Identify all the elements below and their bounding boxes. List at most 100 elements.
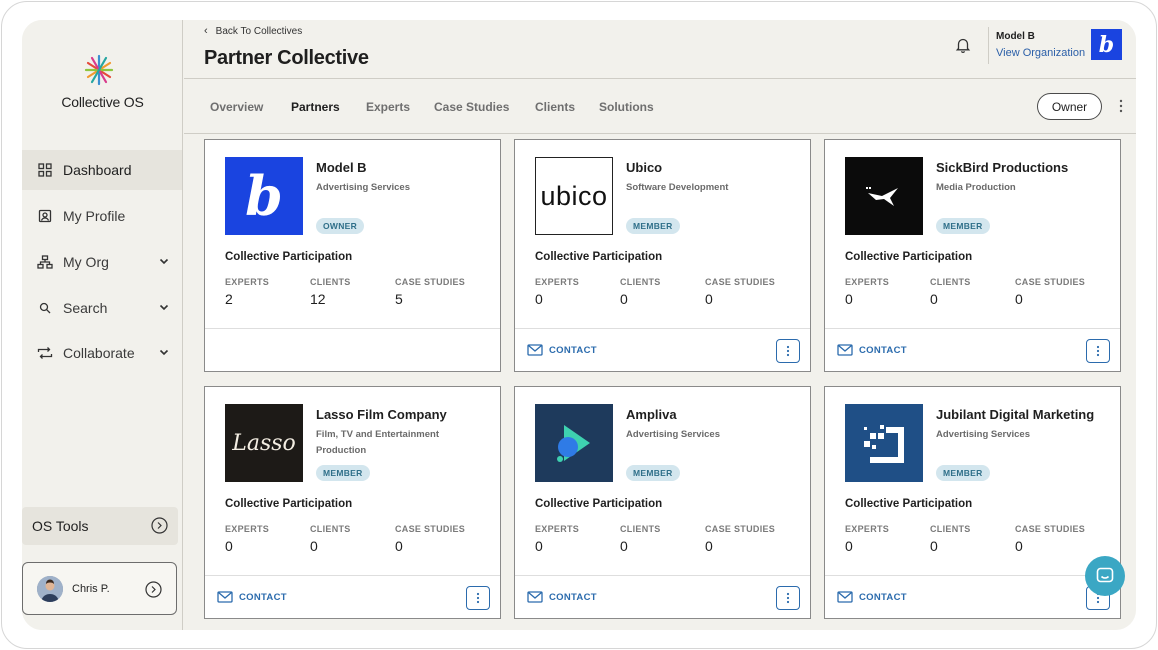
card-divider: [515, 328, 810, 329]
tab-clients[interactable]: Clients: [535, 100, 575, 114]
card-divider: [825, 575, 1120, 576]
sidebar-item-my-profile[interactable]: My Profile: [22, 196, 182, 236]
sidebar-item-search[interactable]: Search: [22, 288, 182, 328]
partner-industry: Film, TV and Entertainment Production: [316, 429, 439, 456]
bird-logo-icon: [866, 187, 898, 206]
experts-count: 0: [535, 538, 543, 554]
experts-count: 0: [845, 538, 853, 554]
case-studies-label: CASE STUDIES: [1015, 524, 1086, 534]
chevron-down-icon[interactable]: [158, 346, 170, 358]
mail-icon: [837, 591, 853, 603]
owner-button[interactable]: Owner: [1037, 93, 1102, 120]
os-tools-button[interactable]: OS Tools: [22, 507, 178, 545]
clients-label: CLIENTS: [930, 277, 971, 287]
partner-industry: Advertising Services: [936, 429, 1030, 440]
experts-label: EXPERTS: [535, 524, 580, 534]
bell-icon[interactable]: [954, 36, 972, 54]
experts-count: 0: [225, 538, 233, 554]
sidebar-item-dashboard[interactable]: Dashboard: [22, 150, 182, 190]
card-more-button[interactable]: [1086, 339, 1110, 363]
view-organization-link[interactable]: View Organization: [996, 47, 1085, 59]
chevron-down-icon[interactable]: [158, 255, 170, 267]
tabs-bar: Overview Partners Experts Case Studies C…: [184, 80, 1136, 134]
sidebar-item-label: My Org: [63, 254, 109, 270]
tab-experts[interactable]: Experts: [366, 100, 410, 114]
page-title: Partner Collective: [204, 47, 369, 69]
chevron-down-icon[interactable]: [158, 301, 170, 313]
partner-card-ubico: ubico Ubico Software Development MEMBER …: [514, 139, 811, 372]
case-studies-label: CASE STUDIES: [1015, 277, 1086, 287]
clients-label: CLIENTS: [620, 524, 661, 534]
role-badge: MEMBER: [936, 465, 990, 481]
chat-launcher-button[interactable]: [1085, 556, 1125, 596]
back-link[interactable]: ‹ Back To Collectives: [204, 25, 302, 37]
org-name: Model B: [996, 31, 1035, 42]
case-studies-count: 0: [705, 538, 713, 554]
os-tools-label: OS Tools: [32, 518, 89, 534]
card-more-button[interactable]: [776, 586, 800, 610]
card-more-button[interactable]: [776, 339, 800, 363]
role-badge: MEMBER: [626, 465, 680, 481]
participation-title: Collective Participation: [225, 251, 353, 263]
org-chart-icon: [37, 254, 53, 270]
sidebar-item-collaborate[interactable]: Collaborate: [22, 333, 182, 373]
sidebar-item-my-org[interactable]: My Org: [22, 242, 182, 282]
user-menu-button[interactable]: Chris P.: [22, 562, 177, 615]
clients-count: 0: [620, 538, 628, 554]
partner-logo: b: [225, 157, 303, 235]
case-studies-count: 0: [395, 538, 403, 554]
case-studies-count: 0: [1015, 538, 1023, 554]
more-vertical-icon[interactable]: [1118, 99, 1124, 113]
org-logo[interactable]: b: [1091, 29, 1122, 60]
partner-logo: Lasso: [225, 404, 303, 482]
user-name: Chris P.: [72, 582, 110, 595]
partner-name: Ubico: [626, 160, 663, 175]
experts-count: 0: [845, 291, 853, 307]
arrow-right-circle-icon: [145, 581, 162, 598]
case-studies-label: CASE STUDIES: [395, 524, 466, 534]
partner-card-model-b: b Model B Advertising Services OWNER Col…: [204, 139, 501, 372]
partner-industry: Software Development: [626, 182, 729, 193]
contact-button[interactable]: CONTACT: [837, 344, 907, 356]
clients-count: 0: [620, 291, 628, 307]
experts-count: 2: [225, 291, 233, 307]
avatar: [37, 575, 63, 602]
partner-card-lasso: Lasso Lasso Film Company Film, TV and En…: [204, 386, 501, 619]
clients-label: CLIENTS: [310, 524, 351, 534]
arrows-icon: [37, 345, 53, 361]
contact-button[interactable]: CONTACT: [527, 591, 597, 603]
grid-icon: [37, 162, 53, 178]
more-vertical-icon: [476, 592, 480, 604]
case-studies-count: 5: [395, 291, 403, 307]
sidebar: Collective OS Dashboard My Profile My Or…: [22, 20, 183, 630]
role-badge: MEMBER: [936, 218, 990, 234]
card-more-button[interactable]: [466, 586, 490, 610]
participation-title: Collective Participation: [535, 251, 663, 263]
more-vertical-icon: [786, 592, 790, 604]
tab-solutions[interactable]: Solutions: [599, 100, 654, 114]
tab-partners[interactable]: Partners: [291, 100, 340, 114]
partner-name: Model B: [316, 160, 367, 175]
experts-label: EXPERTS: [845, 524, 890, 534]
participation-title: Collective Participation: [225, 498, 353, 510]
mail-icon: [217, 591, 233, 603]
more-vertical-icon: [1096, 345, 1100, 357]
case-studies-count: 0: [705, 291, 713, 307]
clients-label: CLIENTS: [310, 277, 351, 287]
tab-case-studies[interactable]: Case Studies: [434, 100, 509, 114]
case-studies-label: CASE STUDIES: [395, 277, 466, 287]
chevron-left-icon: ‹: [204, 25, 208, 37]
partner-card-jubilant: Jubilant Digital Marketing Advertising S…: [824, 386, 1121, 619]
contact-button[interactable]: CONTACT: [837, 591, 907, 603]
clients-count: 0: [930, 538, 938, 554]
case-studies-label: CASE STUDIES: [705, 524, 776, 534]
tab-overview[interactable]: Overview: [210, 100, 263, 114]
sidebar-item-label: Search: [63, 300, 108, 316]
contact-button[interactable]: CONTACT: [527, 344, 597, 356]
contact-button[interactable]: CONTACT: [217, 591, 287, 603]
contact-label: CONTACT: [859, 344, 907, 356]
sidebar-item-label: My Profile: [63, 208, 126, 224]
contact-label: CONTACT: [859, 591, 907, 603]
clients-count: 0: [930, 291, 938, 307]
partner-name: Jubilant Digital Marketing: [936, 407, 1095, 422]
